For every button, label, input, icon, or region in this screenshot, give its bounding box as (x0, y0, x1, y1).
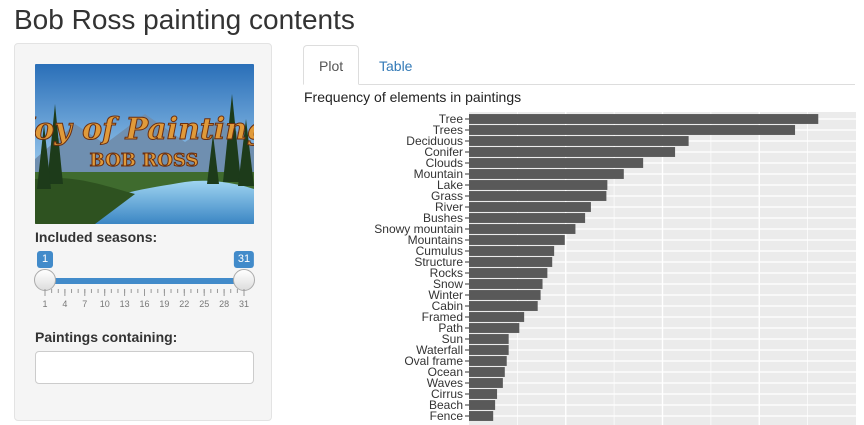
slider-tick-label: 4 (62, 299, 67, 309)
bar-conifer (469, 147, 676, 157)
logo-artwork: Joy of Painting BOB ROSS (35, 64, 254, 224)
slider-tick-label: 1 (42, 299, 47, 309)
bar-rocks (469, 268, 548, 278)
seasons-label: Included seasons: (35, 229, 158, 245)
seasons-range-slider[interactable]: 1 31 1 4 7 10 13 16 19 22 25 28 31 (34, 249, 255, 309)
bar-cumulus (469, 246, 555, 256)
slider-tick-label: 10 (100, 299, 110, 309)
tab-table[interactable]: Table (363, 45, 428, 85)
slider-max-badge: 31 (233, 251, 255, 268)
tab-plot[interactable]: Plot (303, 45, 360, 85)
bar-grass (469, 191, 607, 201)
slider-tick-label: 22 (179, 299, 189, 309)
bar-path (469, 323, 520, 333)
bar-framed (469, 312, 525, 322)
tab-bar: Plot Table (303, 45, 855, 85)
chart-title: Frequency of elements in paintings (304, 89, 521, 105)
frequency-chart-svg: Frequency of elements in paintingsTreeTr… (304, 89, 856, 425)
contains-input[interactable] (35, 351, 254, 384)
bar-tree (469, 114, 819, 124)
svg-text:Joy of Painting: Joy of Painting (35, 112, 254, 147)
bar-beach (469, 400, 496, 410)
bar-mountain (469, 169, 624, 179)
slider-min-badge: 1 (37, 251, 53, 268)
bar-ocean (469, 367, 505, 377)
bar-clouds (469, 158, 644, 168)
bar-deciduous (469, 136, 689, 146)
bar-snowy-mountain (469, 224, 576, 234)
slider-tick-label: 7 (82, 299, 87, 309)
bar-lake (469, 180, 608, 190)
bar-trees (469, 125, 796, 135)
svg-text:BOB ROSS: BOB ROSS (90, 150, 199, 171)
bar-sun (469, 334, 509, 344)
slider-tick-label: 28 (219, 299, 229, 309)
sidebar-panel: Joy of Painting BOB ROSS Included season… (14, 43, 272, 421)
bar-river (469, 202, 591, 212)
bar-snow (469, 279, 543, 289)
bar-oval-frame (469, 356, 507, 366)
contains-label: Paintings containing: (35, 329, 178, 345)
slider-tick-label: 25 (199, 299, 209, 309)
category-label: Fence (430, 409, 464, 423)
slider-tick-svg: 1 4 7 10 13 16 19 22 25 28 31 (42, 289, 249, 309)
bar-winter (469, 290, 541, 300)
bar-waterfall (469, 345, 509, 355)
slider-tick-label: 13 (120, 299, 130, 309)
joy-of-painting-logo: Joy of Painting BOB ROSS (35, 64, 254, 224)
slider-track[interactable] (45, 278, 244, 284)
bar-cabin (469, 301, 538, 311)
bar-bushes (469, 213, 586, 223)
bar-structure (469, 257, 553, 267)
slider-tick-label: 16 (139, 299, 149, 309)
bar-cirrus (469, 389, 498, 399)
slider-ticks: 1 4 7 10 13 16 19 22 25 28 31 (35, 289, 254, 309)
frequency-chart: Frequency of elements in paintings Tree Tr… (303, 86, 859, 425)
bar-waves (469, 378, 503, 388)
bar-fence (469, 411, 494, 421)
slider-tick-label: 31 (239, 299, 249, 309)
slider-max-handle[interactable] (233, 269, 255, 291)
slider-tick-label: 19 (159, 299, 169, 309)
page-title: Bob Ross painting contents (14, 4, 355, 35)
bar-mountains (469, 235, 565, 245)
slider-min-handle[interactable] (34, 269, 56, 291)
